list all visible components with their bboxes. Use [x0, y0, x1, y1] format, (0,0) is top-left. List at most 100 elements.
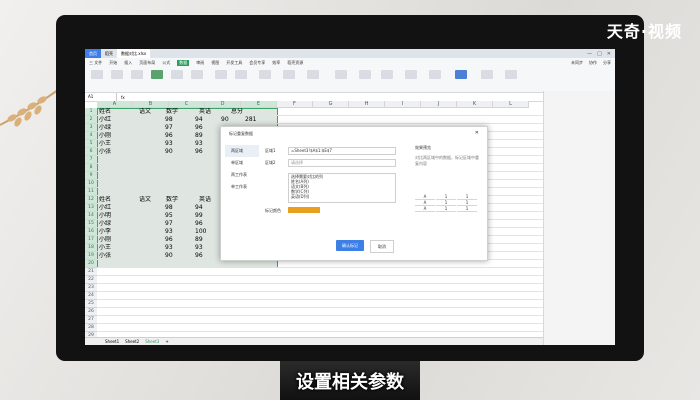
- row-header[interactable]: 28: [85, 324, 97, 332]
- row-header[interactable]: 1: [85, 108, 97, 116]
- show-detail-button[interactable]: [405, 70, 417, 79]
- table-cell[interactable]: 96: [195, 124, 203, 132]
- column-header[interactable]: A: [97, 101, 133, 108]
- table-cell[interactable]: 小刚: [99, 132, 111, 140]
- split-column-button[interactable]: [191, 70, 203, 79]
- table-cell[interactable]: 93: [165, 244, 173, 252]
- table-cell[interactable]: 94: [195, 204, 203, 212]
- tab-home[interactable]: 首页: [85, 49, 101, 58]
- cancel-button[interactable]: 取消: [370, 240, 394, 253]
- table-cell[interactable]: 93: [165, 140, 173, 148]
- name-box[interactable]: A1: [85, 93, 117, 101]
- table-cell[interactable]: 96: [165, 236, 173, 244]
- column-header[interactable]: L: [493, 101, 529, 108]
- data-compare-button[interactable]: [171, 70, 183, 79]
- table-cell[interactable]: 96: [165, 132, 173, 140]
- table-cell[interactable]: 89: [195, 132, 203, 140]
- row-header[interactable]: 18: [85, 244, 97, 252]
- row-header[interactable]: 11: [85, 188, 97, 196]
- fill-button[interactable]: [215, 70, 227, 79]
- table-cell[interactable]: 小李: [99, 228, 111, 236]
- row-header[interactable]: 23: [85, 284, 97, 292]
- table-cell[interactable]: 93: [195, 140, 203, 148]
- dropdown-list-button[interactable]: [259, 70, 271, 79]
- column-header[interactable]: E: [241, 101, 277, 108]
- sheet-tab[interactable]: Sheet1: [105, 339, 119, 344]
- menu-item[interactable]: 审阅: [196, 60, 204, 66]
- nav-two-ranges[interactable]: 两区域: [225, 145, 259, 157]
- row-header[interactable]: 10: [85, 180, 97, 188]
- table-header-cell[interactable]: 英语: [199, 108, 211, 116]
- add-sheet-icon[interactable]: +: [165, 339, 168, 344]
- confirm-mark-button[interactable]: 确认标记: [336, 240, 364, 251]
- table-header-cell[interactable]: 数学: [166, 196, 178, 204]
- pivot-table-button[interactable]: [91, 70, 103, 79]
- wps-cloud-button[interactable]: [481, 70, 493, 79]
- table-cell[interactable]: 89: [195, 236, 203, 244]
- menu-item[interactable]: 公式: [162, 60, 170, 66]
- row-header[interactable]: 8: [85, 164, 97, 172]
- table-cell[interactable]: 小绿: [99, 220, 111, 228]
- column-header[interactable]: J: [421, 101, 457, 108]
- tab-workbook[interactable]: 数据对比.xlsx: [117, 49, 151, 58]
- nav-single-sheet[interactable]: 单工作表: [225, 181, 259, 193]
- row-header[interactable]: 27: [85, 316, 97, 324]
- row-header[interactable]: 15: [85, 220, 97, 228]
- table-cell[interactable]: 小张: [99, 148, 111, 156]
- row-header[interactable]: 21: [85, 268, 97, 276]
- row-header[interactable]: 24: [85, 292, 97, 300]
- nav-two-sheets[interactable]: 两工作表: [225, 169, 259, 181]
- table-cell[interactable]: 99: [195, 212, 203, 220]
- table-cell[interactable]: 小刚: [99, 236, 111, 244]
- table-cell[interactable]: 小明: [99, 212, 111, 220]
- row-header[interactable]: 19: [85, 252, 97, 260]
- record-button[interactable]: [335, 70, 347, 79]
- table-cell[interactable]: 小绿: [99, 124, 111, 132]
- maximize-icon[interactable]: □: [597, 51, 602, 57]
- menu-item[interactable]: 插入: [124, 60, 132, 66]
- all-update-button[interactable]: [455, 70, 467, 79]
- table-cell[interactable]: 小红: [99, 204, 111, 212]
- validity-button[interactable]: [235, 70, 247, 79]
- consolidate-button[interactable]: [283, 70, 295, 79]
- row-header[interactable]: 6: [85, 148, 97, 156]
- collab-button[interactable]: 协作: [589, 60, 597, 66]
- column-header[interactable]: H: [349, 101, 385, 108]
- table-cell[interactable]: 90: [165, 252, 173, 260]
- row-header[interactable]: 3: [85, 124, 97, 132]
- nav-single-range[interactable]: 单区域: [225, 157, 259, 169]
- table-cell[interactable]: 93: [165, 228, 173, 236]
- menu-item[interactable]: 三 文件: [89, 60, 102, 66]
- sheet-tab-active[interactable]: Sheet3: [145, 339, 159, 344]
- range1-input[interactable]: =Sheet3!$A$1:$E$7: [288, 147, 396, 155]
- menu-item[interactable]: 会员专享: [249, 60, 265, 66]
- minimize-icon[interactable]: —: [587, 51, 592, 57]
- row-header[interactable]: 20: [85, 260, 97, 268]
- table-cell[interactable]: 97: [165, 124, 173, 132]
- menu-item[interactable]: 开始: [109, 60, 117, 66]
- table-cell[interactable]: 94: [195, 116, 203, 124]
- table-header-cell[interactable]: 姓名: [99, 196, 111, 204]
- table-cell[interactable]: 98: [165, 204, 173, 212]
- close-icon[interactable]: ✕: [475, 130, 479, 136]
- table-cell[interactable]: 小张: [99, 252, 111, 260]
- create-group-button[interactable]: [359, 70, 371, 79]
- row-header[interactable]: 16: [85, 228, 97, 236]
- row-header[interactable]: 17: [85, 236, 97, 244]
- column-header[interactable]: I: [385, 101, 421, 108]
- table-header-cell[interactable]: 语文: [139, 196, 151, 204]
- sync-status[interactable]: 未同步: [571, 60, 583, 66]
- simulate-button[interactable]: [307, 70, 319, 79]
- table-cell[interactable]: 95: [165, 212, 173, 220]
- table-cell[interactable]: 小红: [99, 116, 111, 124]
- column-header[interactable]: K: [457, 101, 493, 108]
- share-button[interactable]: 分享: [603, 60, 611, 66]
- row-header[interactable]: 25: [85, 300, 97, 308]
- column-header[interactable]: B: [133, 101, 169, 108]
- row-header[interactable]: 14: [85, 212, 97, 220]
- tab-docer[interactable]: 稻壳: [101, 49, 117, 58]
- range2-input[interactable]: 请选择: [288, 159, 396, 167]
- table-cell[interactable]: 100: [195, 228, 206, 236]
- fx-icon[interactable]: fx: [117, 95, 125, 100]
- table-cell[interactable]: 90: [165, 148, 173, 156]
